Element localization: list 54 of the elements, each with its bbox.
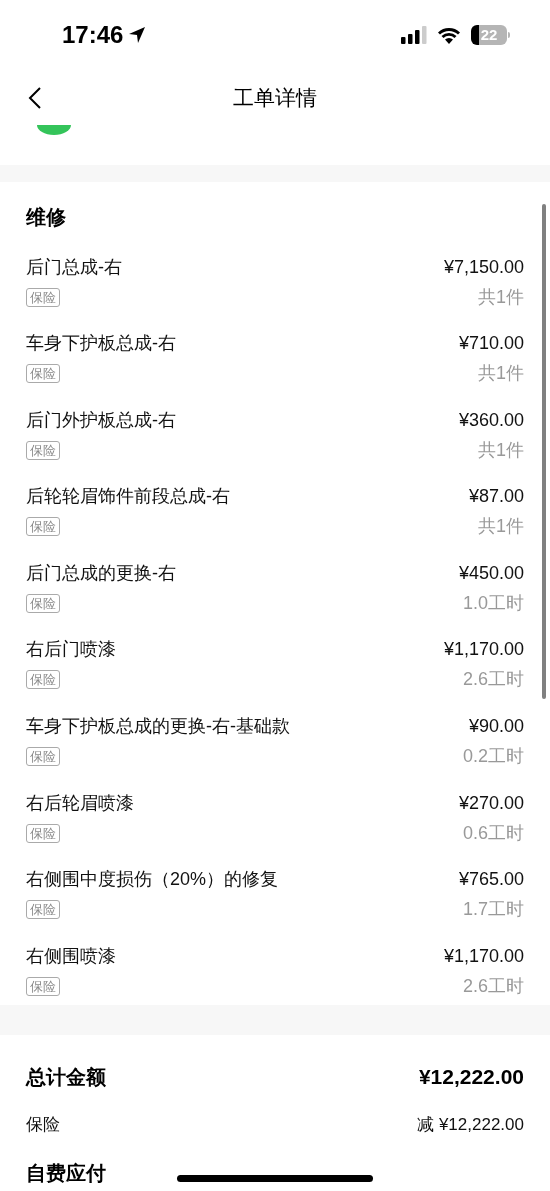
item-quantity: 共1件 xyxy=(478,438,524,462)
insurance-tag: 保险 xyxy=(26,517,60,537)
status-time: 17:46 xyxy=(62,20,124,50)
item-quantity: 1.7工时 xyxy=(462,898,524,922)
insurance-tag: 保险 xyxy=(26,364,60,384)
item-name: 车身下护板总成的更换-右-基础款 xyxy=(26,715,290,739)
item-quantity: 0.6工时 xyxy=(462,821,524,845)
signal-icon xyxy=(401,26,427,44)
item-name: 右侧围中度损伤（20%）的修复 xyxy=(26,868,279,892)
summary-label: 保险 xyxy=(26,1114,60,1137)
item-price: ¥710.00 xyxy=(458,332,524,356)
item-price: ¥1,170.00 xyxy=(443,944,524,968)
item-price: ¥450.00 xyxy=(458,561,524,585)
item-quantity: 1.0工时 xyxy=(462,591,524,615)
insurance-tag: 保险 xyxy=(26,900,60,920)
item-quantity: 共1件 xyxy=(478,285,524,309)
item-name: 车身下护板总成-右 xyxy=(26,332,176,356)
item-price: ¥87.00 xyxy=(468,485,524,509)
summary-value: 减 ¥12,222.00 xyxy=(417,1114,524,1137)
insurance-tag: 保险 xyxy=(26,747,60,767)
item-price: ¥90.00 xyxy=(468,715,524,739)
battery-level: 22 xyxy=(480,25,498,45)
insurance-tag: 保险 xyxy=(26,287,60,307)
item-price: ¥360.00 xyxy=(458,408,524,432)
avatar-icon xyxy=(37,125,71,135)
item-name: 后轮轮眉饰件前段总成-右 xyxy=(26,485,230,509)
insurance-tag: 保险 xyxy=(26,976,60,996)
page-title: 工单详情 xyxy=(233,84,317,111)
item-price: ¥270.00 xyxy=(458,791,524,815)
summary-label: 自费应付 xyxy=(26,1161,106,1186)
insurance-tag: 保险 xyxy=(26,823,60,843)
item-name: 后门外护板总成-右 xyxy=(26,408,176,432)
item-quantity: 共1件 xyxy=(478,362,524,386)
item-name: 右后轮眉喷漆 xyxy=(26,791,134,815)
item-quantity: 0.2工时 xyxy=(462,745,524,769)
item-price: ¥7,150.00 xyxy=(443,255,524,279)
item-name: 后门总成-右 xyxy=(26,255,122,279)
section-title: 维修 xyxy=(26,205,67,230)
item-quantity: 2.6工时 xyxy=(462,668,524,692)
item-quantity: 2.6工时 xyxy=(462,974,524,998)
location-arrow-icon xyxy=(127,25,148,45)
item-name: 后门总成的更换-右 xyxy=(26,561,176,585)
summary-label: 总计金额 xyxy=(26,1065,106,1090)
item-name: 右侧围喷漆 xyxy=(26,944,116,968)
item-price: ¥1,170.00 xyxy=(443,638,524,662)
item-quantity: 共1件 xyxy=(478,515,524,539)
wifi-icon xyxy=(437,26,461,44)
summary-value: ¥12,222.00 xyxy=(418,1064,524,1091)
item-name: 右后门喷漆 xyxy=(26,638,116,662)
back-chevron-icon xyxy=(28,86,42,110)
insurance-tag: 保险 xyxy=(26,593,60,613)
insurance-tag: 保险 xyxy=(26,670,60,690)
insurance-tag: 保险 xyxy=(26,440,60,460)
item-price: ¥765.00 xyxy=(458,868,524,892)
